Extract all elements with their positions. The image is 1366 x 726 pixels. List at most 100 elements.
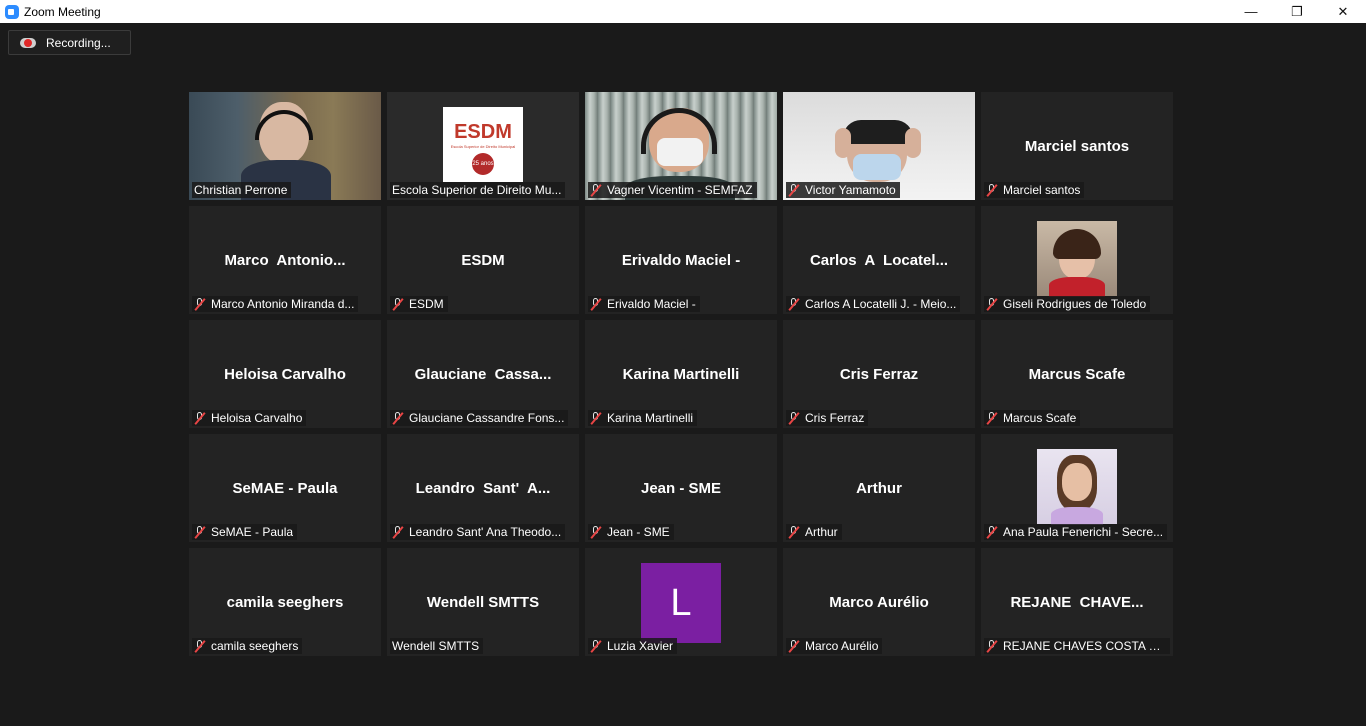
participant-name-label: camila seeghers (192, 638, 303, 654)
participant-gallery: Christian Perrone ESDM Escola Superior de … (189, 92, 1173, 656)
participant-tile[interactable]: Leandro Sant' A... Leandro Sant' Ana Theo… (387, 434, 579, 542)
muted-mic-icon (986, 526, 998, 538)
participant-name-label: Wendell SMTTS (390, 638, 484, 654)
participant-tile[interactable]: ESDM Escola Superior de Direito Municipal… (387, 92, 579, 200)
participant-display-name: Arthur (856, 480, 902, 497)
participant-tile[interactable]: Giseli Rodrigues de Toledo (981, 206, 1173, 314)
participant-name-label: Marciel santos (984, 182, 1085, 198)
participant-name-label: Luzia Xavier (588, 638, 678, 654)
participant-name-label: Giseli Rodrigues de Toledo (984, 296, 1151, 312)
recording-indicator[interactable]: Recording... (8, 30, 131, 55)
participant-display-name: Marciel santos (1024, 138, 1130, 155)
recording-label: Recording... (46, 35, 111, 50)
participant-name: Marcus Scafe (1003, 411, 1077, 425)
participant-name: REJANE CHAVES COSTA G... (1003, 639, 1166, 653)
participant-display-name: Glauciane Cassa... (414, 366, 552, 383)
esdm-logo: ESDM Escola Superior de Direito Municipal… (443, 107, 523, 182)
participant-tile[interactable]: Carlos A Locatel... Carlos A Locatelli J.… (783, 206, 975, 314)
participant-tile[interactable]: Christian Perrone (189, 92, 381, 200)
zoom-app-icon (5, 4, 19, 19)
participant-tile[interactable]: L Luzia Xavier (585, 548, 777, 656)
participant-tile[interactable]: Cris Ferraz Cris Ferraz (783, 320, 975, 428)
participant-tile[interactable]: Arthur Arthur (783, 434, 975, 542)
muted-mic-icon (788, 298, 800, 310)
participant-tile[interactable]: Wendell SMTTS Wendell SMTTS (387, 548, 579, 656)
participant-name-label: Erivaldo Maciel - (588, 296, 700, 312)
participant-name-label: Victor Yamamoto (786, 182, 900, 198)
participant-tile[interactable]: Glauciane Cassa... Glauciane Cassandre Fo… (387, 320, 579, 428)
participant-display-name: Marco Antonio... (224, 252, 346, 269)
recording-icon (20, 37, 36, 49)
participant-name: Ana Paula Fenerichi - Secre... (1003, 525, 1164, 539)
participant-display-name: REJANE CHAVE... (1010, 594, 1144, 611)
participant-name-label: Marco Aurélio (786, 638, 883, 654)
muted-mic-icon (788, 412, 800, 424)
participant-tile[interactable]: Marciel santos Marciel santos (981, 92, 1173, 200)
muted-mic-icon (986, 184, 998, 196)
muted-mic-icon (788, 640, 800, 652)
muted-mic-icon (986, 640, 998, 652)
participant-name: Victor Yamamoto (805, 183, 896, 197)
participant-display-name: Marco Aurélio (829, 594, 929, 611)
muted-mic-icon (788, 184, 800, 196)
participant-name-label: Jean - SME (588, 524, 674, 540)
participant-tile[interactable]: Marco Antonio... Marco Antonio Miranda d.… (189, 206, 381, 314)
participant-name-label: Heloisa Carvalho (192, 410, 307, 426)
participant-tile[interactable]: Erivaldo Maciel - Erivaldo Maciel - (585, 206, 777, 314)
participant-name: Arthur (805, 525, 838, 539)
participant-tile[interactable]: camila seeghers camila seeghers (189, 548, 381, 656)
close-button[interactable]: ✕ (1320, 0, 1366, 23)
participant-name-label: REJANE CHAVES COSTA G... (984, 638, 1170, 654)
participant-tile[interactable]: REJANE CHAVE... REJANE CHAVES COSTA G... (981, 548, 1173, 656)
muted-mic-icon (986, 298, 998, 310)
participant-name-label: Christian Perrone (192, 182, 292, 198)
muted-mic-icon (590, 526, 602, 538)
participant-tile[interactable]: Heloisa Carvalho Heloisa Carvalho (189, 320, 381, 428)
muted-mic-icon (194, 640, 206, 652)
participant-tile[interactable]: SeMAE - Paula SeMAE - Paula (189, 434, 381, 542)
participant-display-name: Karina Martinelli (622, 366, 740, 383)
participant-tile[interactable]: Ana Paula Fenerichi - Secre... (981, 434, 1173, 542)
participant-name: Cris Ferraz (805, 411, 865, 425)
participant-name: Carlos A Locatelli J. - Meio... (805, 297, 957, 311)
participant-name: Jean - SME (607, 525, 670, 539)
participant-name: Christian Perrone (194, 183, 288, 197)
participant-tile[interactable]: Marcus Scafe Marcus Scafe (981, 320, 1173, 428)
muted-mic-icon (590, 184, 602, 196)
minimize-button[interactable]: — (1228, 0, 1274, 23)
participant-tile[interactable]: ESDM ESDM (387, 206, 579, 314)
muted-mic-icon (392, 526, 404, 538)
participant-tile[interactable]: Victor Yamamoto (783, 92, 975, 200)
participant-display-name: camila seeghers (226, 594, 344, 611)
muted-mic-icon (194, 526, 206, 538)
muted-mic-icon (392, 412, 404, 424)
participant-display-name: Marcus Scafe (1028, 366, 1126, 383)
title-bar: Zoom Meeting — ❐ ✕ (0, 0, 1366, 23)
participant-name-label: ESDM (390, 296, 448, 312)
muted-mic-icon (194, 298, 206, 310)
participant-tile[interactable]: Jean - SME Jean - SME (585, 434, 777, 542)
participant-name: Marciel santos (1003, 183, 1081, 197)
participant-display-name: Jean - SME (640, 480, 722, 497)
participant-name-label: Escola Superior de Direito Mu... (390, 182, 566, 198)
participant-tile[interactable]: Marco Aurélio Marco Aurélio (783, 548, 975, 656)
restore-button[interactable]: ❐ (1274, 0, 1320, 23)
participant-name: Glauciane Cassandre Fons... (409, 411, 565, 425)
participant-profile-photo (1037, 221, 1117, 297)
participant-name: ESDM (409, 297, 444, 311)
participant-name: Marco Aurélio (805, 639, 879, 653)
participant-name-label: SeMAE - Paula (192, 524, 298, 540)
participant-tile[interactable]: Vagner Vicentim - SEMFAZ (585, 92, 777, 200)
muted-mic-icon (788, 526, 800, 538)
participant-name: camila seeghers (211, 639, 299, 653)
participant-display-name: ESDM (461, 252, 505, 269)
participant-display-name: Leandro Sant' A... (415, 480, 551, 497)
participant-name-label: Cris Ferraz (786, 410, 869, 426)
participant-name: Marco Antonio Miranda d... (211, 297, 355, 311)
participant-tile[interactable]: Karina Martinelli Karina Martinelli (585, 320, 777, 428)
muted-mic-icon (590, 640, 602, 652)
participant-display-name: Wendell SMTTS (426, 594, 540, 611)
participant-name-label: Ana Paula Fenerichi - Secre... (984, 524, 1168, 540)
participant-name-label: Marco Antonio Miranda d... (192, 296, 359, 312)
participant-name-label: Arthur (786, 524, 842, 540)
